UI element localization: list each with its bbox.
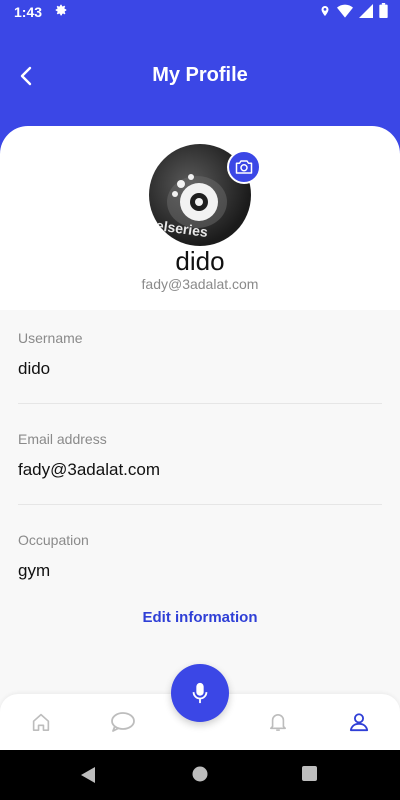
camera-icon <box>235 160 253 174</box>
email-value: fady@3adalat.com <box>18 460 161 479</box>
back-triangle-icon <box>81 767 95 783</box>
settings-icon <box>54 3 68 20</box>
chat-icon <box>111 712 135 732</box>
system-home-button[interactable] <box>192 766 210 784</box>
profile-name: dido <box>175 246 225 276</box>
system-recents-button[interactable] <box>302 766 320 784</box>
bell-icon <box>269 714 287 731</box>
occupation-field: Occupation gym <box>18 532 382 581</box>
email-field: Email address fady@3adalat.com <box>18 431 382 480</box>
profile-email: fady@3adalat.com <box>141 276 259 292</box>
username-field: Username dido <box>18 330 382 379</box>
occupation-label: Occupation <box>18 532 89 548</box>
person-icon <box>349 713 369 732</box>
divider <box>18 403 382 404</box>
system-nav-bar <box>0 750 400 800</box>
mic-icon <box>192 682 208 704</box>
nav-profile[interactable] <box>345 708 373 736</box>
change-photo-button[interactable] <box>227 150 261 184</box>
page-title: My Profile <box>152 64 248 86</box>
wifi-icon <box>337 4 353 18</box>
recents-square-icon <box>302 766 317 781</box>
status-icons <box>319 3 388 18</box>
nav-chat[interactable] <box>109 708 137 736</box>
home-icon <box>32 713 50 731</box>
location-icon <box>321 5 329 16</box>
username-label: Username <box>18 330 83 346</box>
battery-icon <box>379 3 388 18</box>
system-back-button[interactable] <box>80 766 98 784</box>
home-circle-icon <box>192 766 208 782</box>
email-label: Email address <box>18 431 107 447</box>
edit-information-button[interactable]: Edit information <box>0 609 400 626</box>
divider <box>18 504 382 505</box>
status-time: 1:43 <box>14 4 43 20</box>
nav-home[interactable] <box>27 708 55 736</box>
app-bar: My Profile <box>0 52 400 100</box>
occupation-value: gym <box>18 561 51 580</box>
signal-icon <box>359 3 373 18</box>
status-bar: 1:43 <box>0 0 400 24</box>
username-value: dido <box>18 359 51 378</box>
nav-notifications[interactable] <box>264 708 292 736</box>
voice-input-button[interactable] <box>171 664 229 722</box>
